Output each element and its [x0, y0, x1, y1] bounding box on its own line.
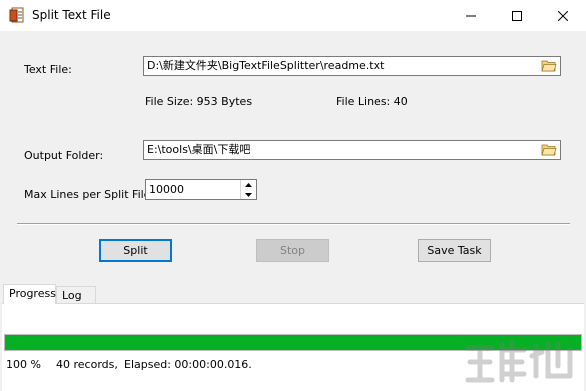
maximize-button[interactable] — [494, 0, 540, 31]
window-title: Split Text File — [32, 8, 111, 22]
save-task-button[interactable]: Save Task — [418, 239, 491, 262]
file-size-text: File Size: 953 Bytes — [145, 95, 253, 108]
tab-progress[interactable]: Progress — [3, 284, 56, 304]
max-lines-spinner[interactable]: 10000 — [145, 179, 257, 200]
spin-down-button[interactable] — [241, 190, 256, 199]
file-lines-text: File Lines: 40 — [336, 95, 408, 108]
stop-button[interactable]: Stop — [256, 239, 329, 262]
output-folder-value: E:\tools\桌面\下载吧 — [147, 143, 251, 156]
maximize-icon — [512, 10, 522, 21]
text-file-label: Text File: — [24, 63, 72, 76]
progress-panel: 100 % 40 records, Elapsed: 00:00:00.016. — [2, 303, 584, 391]
max-lines-label: Max Lines per Split File — [24, 188, 151, 201]
minimize-icon — [466, 15, 476, 16]
browse-output-folder-button[interactable] — [540, 142, 558, 158]
folder-open-icon — [541, 144, 557, 156]
progress-percent: 100 % — [6, 358, 41, 371]
close-button[interactable] — [540, 0, 586, 31]
split-text-file-window: Split Text File Text File: D:\新建文件夹\BigT… — [0, 0, 586, 391]
browse-text-file-button[interactable] — [540, 58, 558, 74]
folder-open-icon — [541, 60, 557, 72]
text-file-input[interactable]: D:\新建文件夹\BigTextFileSplitter\readme.txt — [143, 56, 561, 76]
app-icon — [9, 7, 25, 23]
arrow-down-icon — [245, 192, 252, 197]
close-icon — [558, 10, 568, 21]
output-folder-input[interactable]: E:\tools\桌面\下载吧 — [143, 140, 561, 160]
spinner-arrows — [240, 180, 256, 199]
watermark-logo — [462, 336, 580, 389]
elapsed-time: Elapsed: 00:00:00.016. — [124, 358, 252, 371]
split-button[interactable]: Split — [99, 239, 172, 262]
main-content: Text File: D:\新建文件夹\BigTextFileSplitter\… — [0, 31, 586, 391]
minimize-button[interactable] — [448, 0, 494, 31]
spin-up-button[interactable] — [241, 180, 256, 189]
title-bar[interactable]: Split Text File — [0, 0, 586, 31]
output-folder-label: Output Folder: — [24, 149, 104, 162]
text-file-value: D:\新建文件夹\BigTextFileSplitter\readme.txt — [147, 59, 385, 72]
tab-log[interactable]: Log — [56, 286, 96, 304]
max-lines-value: 10000 — [149, 183, 184, 196]
records-count: 40 records, — [56, 358, 118, 371]
separator-line — [17, 223, 570, 225]
arrow-up-icon — [245, 182, 252, 187]
